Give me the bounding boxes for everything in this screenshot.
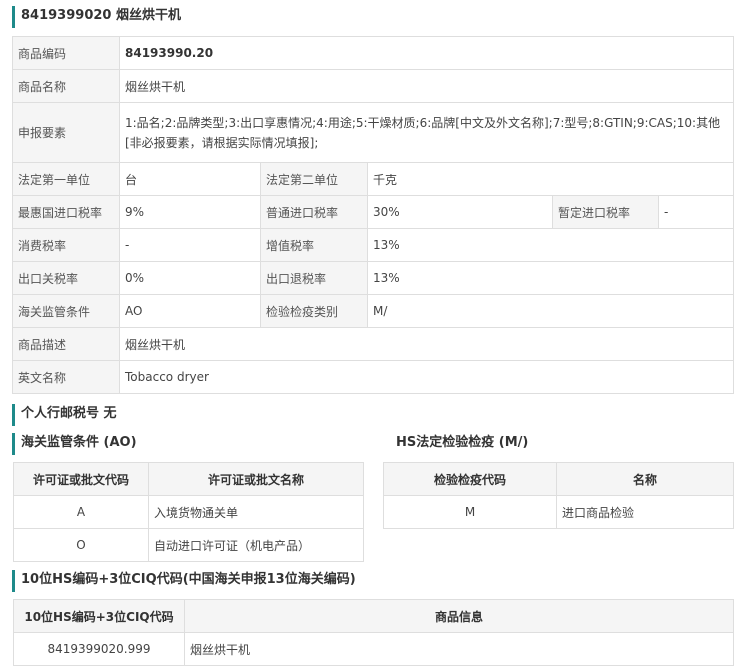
hs-inspection-title: HS法定检验检疫 (M/) bbox=[396, 435, 529, 450]
table-row: 英文名称 Tobacco dryer bbox=[12, 360, 734, 394]
table-row: 申报要素 1:品名;2:品牌类型;3:出口享惠情况;4:用途;5:干燥材质;6:… bbox=[12, 102, 734, 163]
col-license-name: 许可证或批文名称 bbox=[148, 462, 364, 496]
col-inspection-code: 检验检疫代码 bbox=[383, 462, 557, 496]
inspection-label: 检验检疫类别 bbox=[260, 294, 368, 328]
hs-inspection-table: 检验检疫代码 名称 M 进口商品检验 bbox=[383, 462, 734, 529]
inspection-value: M/ bbox=[367, 294, 734, 328]
name-label: 商品名称 bbox=[12, 69, 120, 103]
export-tax-label: 出口关税率 bbox=[12, 261, 120, 295]
table-row: 消费税率 - 增值税率 13% bbox=[12, 228, 734, 262]
col-inspection-name: 名称 bbox=[556, 462, 734, 496]
table-header-row: 检验检疫代码 名称 bbox=[383, 462, 734, 496]
table-row: 商品名称 烟丝烘干机 bbox=[12, 69, 734, 103]
vat-label: 增值税率 bbox=[260, 228, 368, 262]
table-row: M 进口商品检验 bbox=[383, 495, 734, 529]
mfn-label: 最惠国进口税率 bbox=[12, 195, 120, 229]
export-rebate-value: 13% bbox=[367, 261, 734, 295]
customs-conditions-table: 许可证或批文代码 许可证或批文名称 A 入境货物通关单 O 自动进口许可证（机电… bbox=[13, 462, 364, 562]
product-info-table: 商品编码 84193990.20 商品名称 烟丝烘干机 申报要素 1:品名;2:… bbox=[12, 36, 734, 394]
desc-value: 烟丝烘干机 bbox=[119, 327, 734, 361]
elements-value: 1:品名;2:品牌类型;3:出口享惠情况;4:用途;5:干燥材质;6:品牌[中文… bbox=[119, 102, 734, 163]
page-title: 8419399020 烟丝烘干机 bbox=[12, 6, 181, 28]
license-name: 自动进口许可证（机电产品） bbox=[148, 528, 364, 562]
license-code: O bbox=[13, 528, 149, 562]
ciq-title: 10位HS编码+3位CIQ代码(中国海关申报13位海关编码) bbox=[12, 570, 356, 592]
ciq-table: 10位HS编码+3位CIQ代码 商品信息 8419399020.999 烟丝烘干… bbox=[13, 599, 734, 666]
ciq-product-info: 烟丝烘干机 bbox=[184, 632, 734, 666]
unit1-label: 法定第一单位 bbox=[12, 162, 120, 196]
en-label: 英文名称 bbox=[12, 360, 120, 394]
inspection-name: 进口商品检验 bbox=[556, 495, 734, 529]
ciq-code: 8419399020.999 bbox=[13, 632, 185, 666]
customs-label: 海关监管条件 bbox=[12, 294, 120, 328]
unit2-label: 法定第二单位 bbox=[260, 162, 368, 196]
code-label: 商品编码 bbox=[12, 36, 120, 70]
table-row: 出口关税率 0% 出口退税率 13% bbox=[12, 261, 734, 295]
en-value: Tobacco dryer bbox=[119, 360, 734, 394]
table-header-row: 10位HS编码+3位CIQ代码 商品信息 bbox=[13, 599, 734, 633]
consumption-value: - bbox=[119, 228, 261, 262]
table-row: 商品描述 烟丝烘干机 bbox=[12, 327, 734, 361]
inspection-code: M bbox=[383, 495, 557, 529]
name-value: 烟丝烘干机 bbox=[119, 69, 734, 103]
table-row: O 自动进口许可证（机电产品） bbox=[13, 528, 364, 562]
col-product-info: 商品信息 bbox=[184, 599, 734, 633]
postal-tax-title: 个人行邮税号 无 bbox=[12, 404, 117, 426]
license-code: A bbox=[13, 495, 149, 529]
table-row: 法定第一单位 台 法定第二单位 千克 bbox=[12, 162, 734, 196]
general-value: 30% bbox=[367, 195, 553, 229]
table-row: 最惠国进口税率 9% 普通进口税率 30% 暂定进口税率 - bbox=[12, 195, 734, 229]
table-row: 海关监管条件 AO 检验检疫类别 M/ bbox=[12, 294, 734, 328]
title-name: 烟丝烘干机 bbox=[116, 8, 182, 23]
customs-value: AO bbox=[119, 294, 261, 328]
desc-label: 商品描述 bbox=[12, 327, 120, 361]
col-license-code: 许可证或批文代码 bbox=[13, 462, 149, 496]
customs-conditions-title: 海关监管条件 (AO) bbox=[12, 433, 137, 455]
export-tax-value: 0% bbox=[119, 261, 261, 295]
provisional-label: 暂定进口税率 bbox=[552, 195, 659, 229]
general-label: 普通进口税率 bbox=[260, 195, 368, 229]
unit2-value: 千克 bbox=[367, 162, 734, 196]
provisional-value: - bbox=[658, 195, 734, 229]
export-rebate-link[interactable]: 出口退税率 bbox=[260, 261, 368, 295]
vat-value: 13% bbox=[367, 228, 734, 262]
title-code: 8419399020 bbox=[21, 8, 112, 23]
elements-label: 申报要素 bbox=[12, 102, 120, 163]
col-ciq-code: 10位HS编码+3位CIQ代码 bbox=[13, 599, 185, 633]
mfn-value: 9% bbox=[119, 195, 261, 229]
table-row: A 入境货物通关单 bbox=[13, 495, 364, 529]
table-header-row: 许可证或批文代码 许可证或批文名称 bbox=[13, 462, 364, 496]
table-row: 商品编码 84193990.20 bbox=[12, 36, 734, 70]
code-value: 84193990.20 bbox=[119, 36, 734, 70]
license-name: 入境货物通关单 bbox=[148, 495, 364, 529]
unit1-value: 台 bbox=[119, 162, 261, 196]
consumption-label: 消费税率 bbox=[12, 228, 120, 262]
table-row: 8419399020.999 烟丝烘干机 bbox=[13, 632, 734, 666]
